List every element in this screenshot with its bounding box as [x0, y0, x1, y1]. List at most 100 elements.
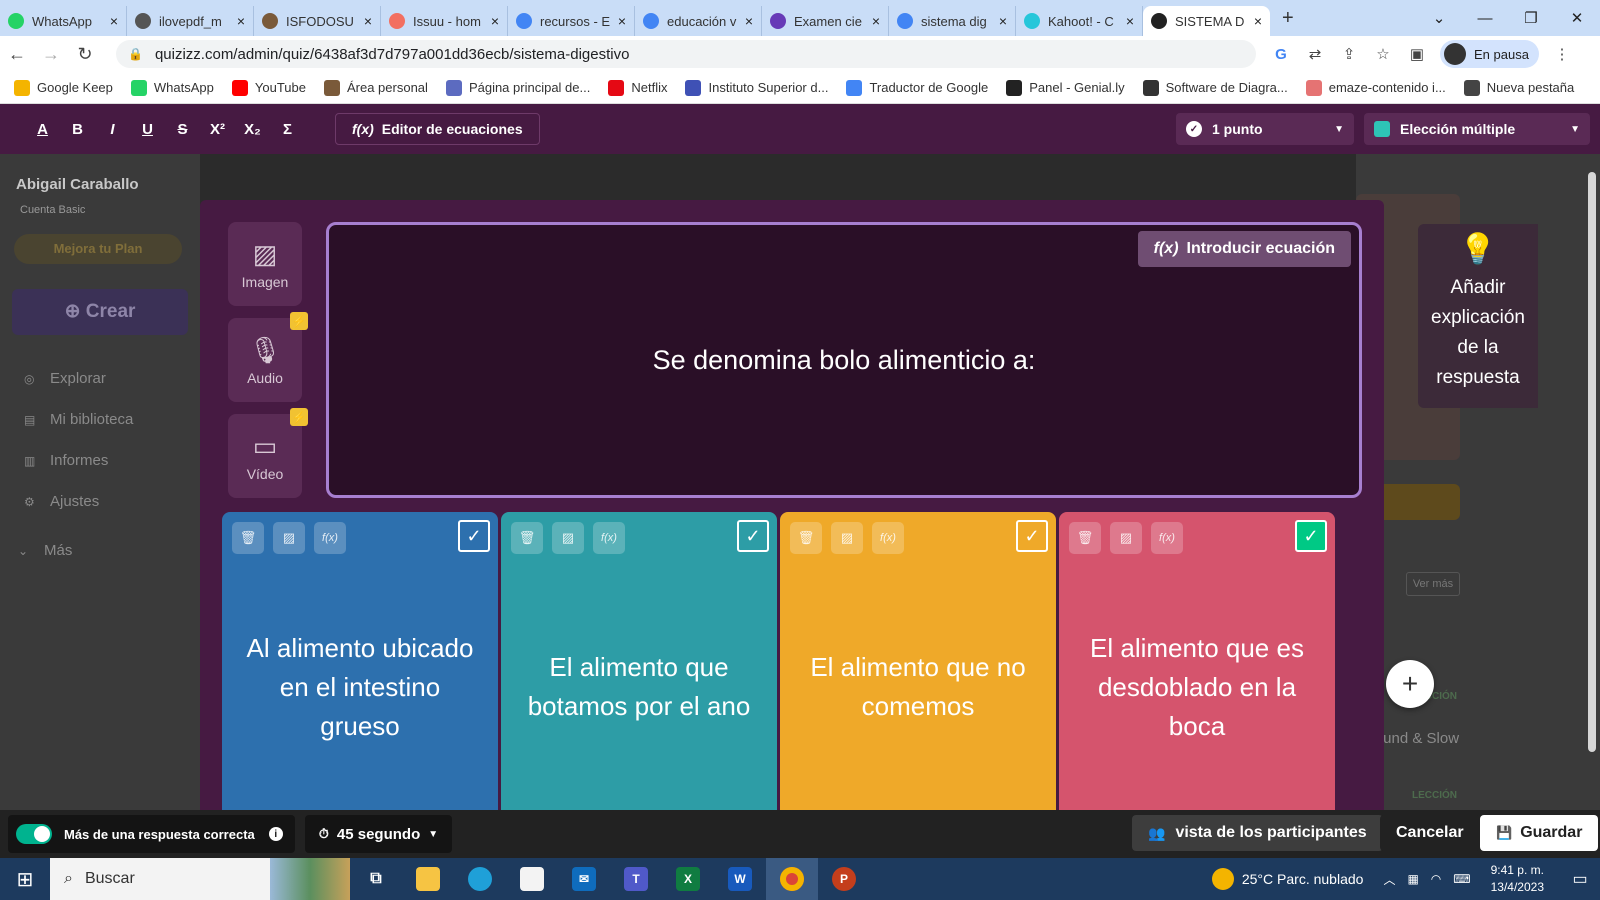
menu-dots-icon[interactable]: ⋮: [1551, 45, 1573, 63]
task-view-icon[interactable]: ⧉: [350, 858, 402, 900]
bookmark-item[interactable]: Google Keep: [14, 79, 113, 96]
url-field[interactable]: 🔒 quizizz.com/admin/quiz/6438af3d7d797a0…: [116, 40, 1256, 68]
profile-button[interactable]: En pausa: [1440, 40, 1539, 68]
minimize-icon[interactable]: —: [1462, 10, 1508, 27]
function-icon[interactable]: f(x): [1151, 522, 1183, 554]
bookmark-item[interactable]: Software de Diagra...: [1142, 79, 1288, 96]
browser-tab[interactable]: sistema dig ×: [889, 6, 1016, 36]
chevron-up-icon[interactable]: ︿: [1383, 871, 1395, 888]
windows-start-icon[interactable]: ⊞: [0, 867, 50, 892]
answer-text[interactable]: El alimento que es desdoblado en la boca: [1079, 622, 1315, 752]
teams-icon[interactable]: T: [610, 858, 662, 900]
browser-tab[interactable]: Kahoot! - C ×: [1016, 6, 1143, 36]
bookmark-item[interactable]: YouTube: [231, 79, 306, 96]
browser-tab[interactable]: WhatsApp ×: [0, 6, 127, 36]
function-icon[interactable]: f(x): [314, 522, 346, 554]
close-tab-icon[interactable]: ×: [1126, 13, 1134, 29]
word-icon[interactable]: W: [714, 858, 766, 900]
close-tab-icon[interactable]: ×: [618, 13, 626, 29]
image-icon[interactable]: ▨: [1110, 522, 1142, 554]
mark-correct-checkbox[interactable]: ✓: [737, 520, 769, 552]
notifications-icon[interactable]: ▭: [1560, 869, 1600, 889]
answer-option-4[interactable]: 🗑 ▨ f(x) ✓ El alimento que es desdoblado en …: [1059, 512, 1335, 810]
bookmark-item[interactable]: Área personal: [323, 79, 428, 96]
browser-tab[interactable]: educación v ×: [635, 6, 762, 36]
mail-icon[interactable]: ✉: [558, 858, 610, 900]
answer-text[interactable]: El alimento que no comemos: [800, 622, 1036, 752]
bold-button[interactable]: B: [60, 121, 95, 138]
side-panel-icon[interactable]: ▣: [1406, 45, 1428, 63]
italic-button[interactable]: I: [95, 121, 130, 138]
image-icon[interactable]: ▨: [831, 522, 863, 554]
browser-tab[interactable]: SISTEMA D ×: [1143, 6, 1270, 36]
answer-text[interactable]: El alimento que botamos por el ano: [521, 622, 757, 752]
save-button[interactable]: 💾 Guardar: [1480, 815, 1599, 851]
participants-view-button[interactable]: 👥 vista de los participantes: [1132, 815, 1383, 851]
edge-icon[interactable]: [454, 858, 506, 900]
bookmark-star-icon[interactable]: ☆: [1372, 45, 1394, 63]
bookmark-item[interactable]: WhatsApp: [130, 79, 214, 96]
question-text-box[interactable]: Se denomina bolo alimenticio a: f(x) Int…: [326, 222, 1362, 498]
bookmark-item[interactable]: Instituto Superior d...: [685, 79, 828, 96]
forward-icon[interactable]: →: [34, 44, 68, 65]
bookmark-item[interactable]: Panel - Genial.ly: [1006, 79, 1125, 96]
page-scrollbar[interactable]: [1586, 160, 1598, 760]
strikethrough-button[interactable]: S: [165, 121, 200, 138]
close-tab-icon[interactable]: ×: [872, 13, 880, 29]
close-window-icon[interactable]: ✕: [1554, 9, 1600, 27]
close-tab-icon[interactable]: ×: [745, 13, 753, 29]
function-icon[interactable]: f(x): [872, 522, 904, 554]
new-tab-icon[interactable]: +: [1282, 7, 1294, 30]
image-icon[interactable]: ▨: [552, 522, 584, 554]
scrollbar-thumb[interactable]: [1588, 172, 1596, 752]
add-explanation-button[interactable]: 💡 Añadir explicación de la respuesta: [1418, 224, 1538, 408]
browser-tab[interactable]: Issuu - hom ×: [381, 6, 508, 36]
trash-icon[interactable]: 🗑: [1069, 522, 1101, 554]
timer-select[interactable]: ⏱ 45 segundo ▼: [304, 815, 453, 853]
question-type-select[interactable]: Elección múltiple ▼: [1364, 113, 1590, 145]
browser-tab[interactable]: Examen cie ×: [762, 6, 889, 36]
file-explorer-icon[interactable]: [402, 858, 454, 900]
close-tab-icon[interactable]: ×: [364, 13, 372, 29]
answer-text[interactable]: Al alimento ubicado en el intestino grue…: [242, 622, 478, 752]
add-video-button[interactable]: ▭ Vídeo ⚡: [228, 408, 308, 498]
superscript-button[interactable]: X²: [200, 121, 235, 138]
tab-search-icon[interactable]: ⌄: [1416, 9, 1462, 27]
add-image-button[interactable]: ▨ Imagen: [228, 222, 302, 306]
excel-icon[interactable]: X: [662, 858, 714, 900]
google-lens-icon[interactable]: G: [1270, 46, 1292, 63]
share-icon[interactable]: ⇪: [1338, 45, 1360, 63]
trash-icon[interactable]: 🗑: [790, 522, 822, 554]
mark-correct-checkbox[interactable]: ✓: [1016, 520, 1048, 552]
translate-icon[interactable]: ⇄: [1304, 45, 1326, 63]
multi-correct-toggle[interactable]: [16, 824, 52, 844]
reload-icon[interactable]: ↻: [68, 44, 102, 65]
answer-option-2[interactable]: 🗑 ▨ f(x) ✓ El alimento que botamos por el an…: [501, 512, 777, 810]
info-icon[interactable]: i: [268, 827, 283, 841]
close-tab-icon[interactable]: ×: [237, 13, 245, 29]
bookmark-item[interactable]: Nueva pestaña: [1463, 79, 1574, 96]
close-tab-icon[interactable]: ×: [110, 13, 118, 29]
close-tab-icon[interactable]: ×: [999, 13, 1007, 29]
add-answer-button[interactable]: +: [1386, 660, 1434, 708]
clock[interactable]: 9:41 p. m. 13/4/2023: [1491, 862, 1544, 896]
powerpoint-icon[interactable]: P: [818, 858, 870, 900]
sigma-button[interactable]: Σ: [270, 121, 305, 138]
bookmark-item[interactable]: emaze-contenido i...: [1305, 79, 1446, 96]
browser-tab[interactable]: ilovepdf_m ×: [127, 6, 254, 36]
subscript-button[interactable]: X₂: [235, 121, 270, 138]
browser-tab[interactable]: recursos - E ×: [508, 6, 635, 36]
weather-widget[interactable]: 25°C Parc. nublado: [1211, 868, 1363, 890]
add-audio-button[interactable]: 🎙 Audio ⚡: [228, 312, 308, 402]
restore-icon[interactable]: ❐: [1508, 9, 1554, 27]
taskbar-search[interactable]: ⌕ Buscar: [50, 858, 350, 900]
network-icon[interactable]: ▦: [1407, 872, 1418, 886]
close-tab-icon[interactable]: ×: [1254, 13, 1262, 29]
trash-icon[interactable]: 🗑: [511, 522, 543, 554]
chrome-icon[interactable]: [766, 858, 818, 900]
trash-icon[interactable]: 🗑: [232, 522, 264, 554]
bookmark-item[interactable]: Netflix: [608, 79, 667, 96]
answer-option-1[interactable]: 🗑 ▨ f(x) ✓ Al alimento ubicado en el intesti…: [222, 512, 498, 810]
store-icon[interactable]: [506, 858, 558, 900]
mark-correct-checkbox[interactable]: ✓: [1295, 520, 1327, 552]
